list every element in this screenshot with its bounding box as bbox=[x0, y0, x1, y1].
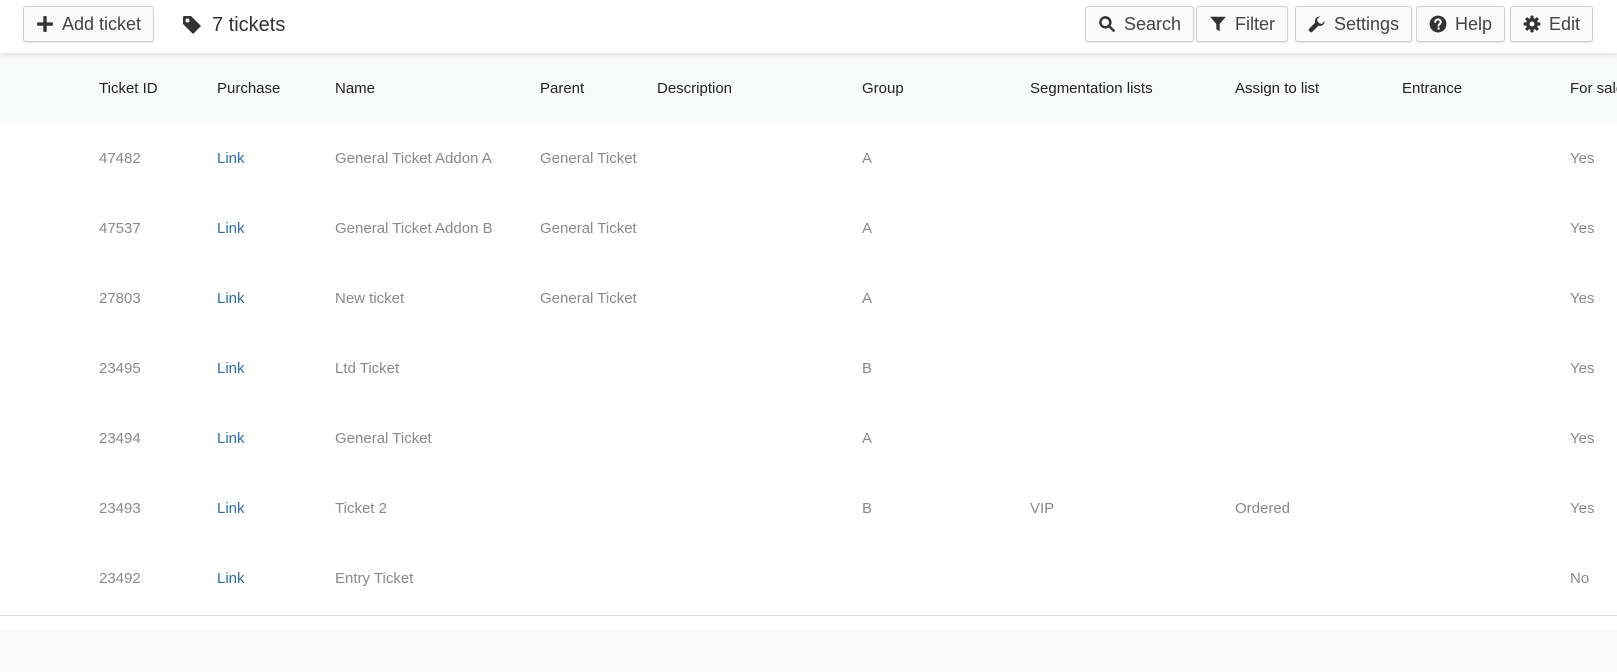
column-header-parent[interactable]: Parent bbox=[540, 53, 584, 124]
cell-group: A bbox=[862, 430, 873, 447]
table-row[interactable]: 23492 Link Entry Ticket No bbox=[0, 544, 1617, 616]
search-icon bbox=[1099, 16, 1116, 33]
plus-icon bbox=[37, 16, 53, 32]
table-row[interactable]: 23494 Link General Ticket A Yes bbox=[0, 404, 1617, 476]
toolbar: Add ticket 7 tickets Search Filter Setti… bbox=[0, 0, 1617, 53]
cell-for-sale: Yes bbox=[1570, 430, 1595, 447]
tag-icon bbox=[183, 16, 201, 34]
column-header-segmentation-lists[interactable]: Segmentation lists bbox=[1030, 53, 1153, 124]
cell-purchase-link[interactable]: Link bbox=[217, 334, 245, 405]
cell-ticket-id: 23492 bbox=[99, 570, 141, 587]
column-header-name[interactable]: Name bbox=[335, 53, 375, 124]
add-ticket-button[interactable]: Add ticket bbox=[23, 6, 155, 42]
cell-name: Ltd Ticket bbox=[335, 360, 400, 377]
cell-for-sale: Yes bbox=[1570, 290, 1595, 307]
wrench-icon bbox=[1308, 16, 1325, 33]
ticket-count-label: 7 tickets bbox=[212, 13, 286, 36]
cell-purchase-link[interactable]: Link bbox=[217, 544, 245, 615]
cell-ticket-id: 47482 bbox=[99, 150, 141, 167]
cell-assign-to-list: Ordered bbox=[1235, 500, 1291, 517]
search-label: Search bbox=[1124, 13, 1182, 34]
help-button[interactable]: Help bbox=[1416, 6, 1506, 42]
settings-label: Settings bbox=[1334, 13, 1400, 34]
settings-button[interactable]: Settings bbox=[1295, 6, 1413, 42]
edit-button[interactable]: Edit bbox=[1510, 6, 1594, 42]
cell-name: Ticket 2 bbox=[335, 500, 387, 517]
cell-for-sale: Yes bbox=[1570, 150, 1595, 167]
cell-name: General Ticket Addon A bbox=[335, 150, 492, 167]
cell-parent: General Ticket bbox=[540, 150, 637, 167]
cell-purchase-link[interactable]: Link bbox=[217, 124, 245, 195]
cell-name: Entry Ticket bbox=[335, 570, 414, 587]
cell-segmentation-lists: VIP bbox=[1030, 500, 1055, 517]
filter-icon bbox=[1210, 16, 1226, 32]
column-header-assign-to-list[interactable]: Assign to list bbox=[1235, 53, 1319, 124]
tickets-table: Ticket ID Purchase Name Parent Descripti… bbox=[0, 53, 1617, 629]
cell-parent: General Ticket bbox=[540, 290, 637, 307]
cell-parent: General Ticket bbox=[540, 220, 637, 237]
column-header-for-sale[interactable]: For sale bbox=[1570, 53, 1617, 124]
table-row[interactable]: 47482 Link General Ticket Addon A General T… bbox=[0, 124, 1617, 196]
search-button[interactable]: Search bbox=[1085, 6, 1195, 42]
cell-purchase-link[interactable]: Link bbox=[217, 474, 245, 545]
add-ticket-label: Add ticket bbox=[62, 13, 142, 34]
cell-for-sale: Yes bbox=[1570, 360, 1595, 377]
cell-group: A bbox=[862, 290, 873, 307]
cell-group: B bbox=[862, 500, 873, 517]
cell-ticket-id: 47537 bbox=[99, 220, 141, 237]
question-circle-icon bbox=[1429, 15, 1447, 33]
ticket-count: 7 tickets bbox=[182, 10, 285, 40]
filter-label: Filter bbox=[1235, 13, 1275, 34]
cell-name: General Ticket Addon B bbox=[335, 220, 493, 237]
cell-for-sale: Yes bbox=[1570, 500, 1595, 517]
column-header-purchase[interactable]: Purchase bbox=[217, 53, 280, 124]
cell-for-sale: No bbox=[1570, 570, 1590, 587]
cell-purchase-link[interactable]: Link bbox=[217, 264, 245, 335]
gear-icon bbox=[1523, 15, 1541, 33]
cell-purchase-link[interactable]: Link bbox=[217, 404, 245, 475]
filter-button[interactable]: Filter bbox=[1196, 6, 1288, 42]
column-header-description[interactable]: Description bbox=[657, 53, 732, 124]
table-row[interactable]: 23493 Link Ticket 2 B VIP Ordered Yes bbox=[0, 474, 1617, 546]
cell-ticket-id: 23495 bbox=[99, 360, 141, 377]
table-header: Ticket ID Purchase Name Parent Descripti… bbox=[0, 53, 1617, 125]
column-header-entrance[interactable]: Entrance bbox=[1402, 53, 1462, 124]
cell-name: New ticket bbox=[335, 290, 405, 307]
cell-for-sale: Yes bbox=[1570, 220, 1595, 237]
cell-group: A bbox=[862, 220, 873, 237]
cell-group: A bbox=[862, 150, 873, 167]
cell-ticket-id: 23493 bbox=[99, 500, 141, 517]
cell-ticket-id: 27803 bbox=[99, 290, 141, 307]
cell-name: General Ticket bbox=[335, 430, 432, 447]
column-header-ticket-id[interactable]: Ticket ID bbox=[99, 53, 158, 124]
cell-ticket-id: 23494 bbox=[99, 430, 141, 447]
cell-purchase-link[interactable]: Link bbox=[217, 194, 245, 265]
help-label: Help bbox=[1455, 13, 1493, 34]
table-row[interactable]: 23495 Link Ltd Ticket B Yes bbox=[0, 334, 1617, 406]
column-header-group[interactable]: Group bbox=[862, 53, 904, 124]
table-row[interactable]: 47537 Link General Ticket Addon B General T… bbox=[0, 194, 1617, 266]
table-row[interactable]: 27803 Link New ticket General Ticket A Yes bbox=[0, 264, 1617, 336]
cell-group: B bbox=[862, 360, 873, 377]
edit-label: Edit bbox=[1549, 13, 1581, 34]
